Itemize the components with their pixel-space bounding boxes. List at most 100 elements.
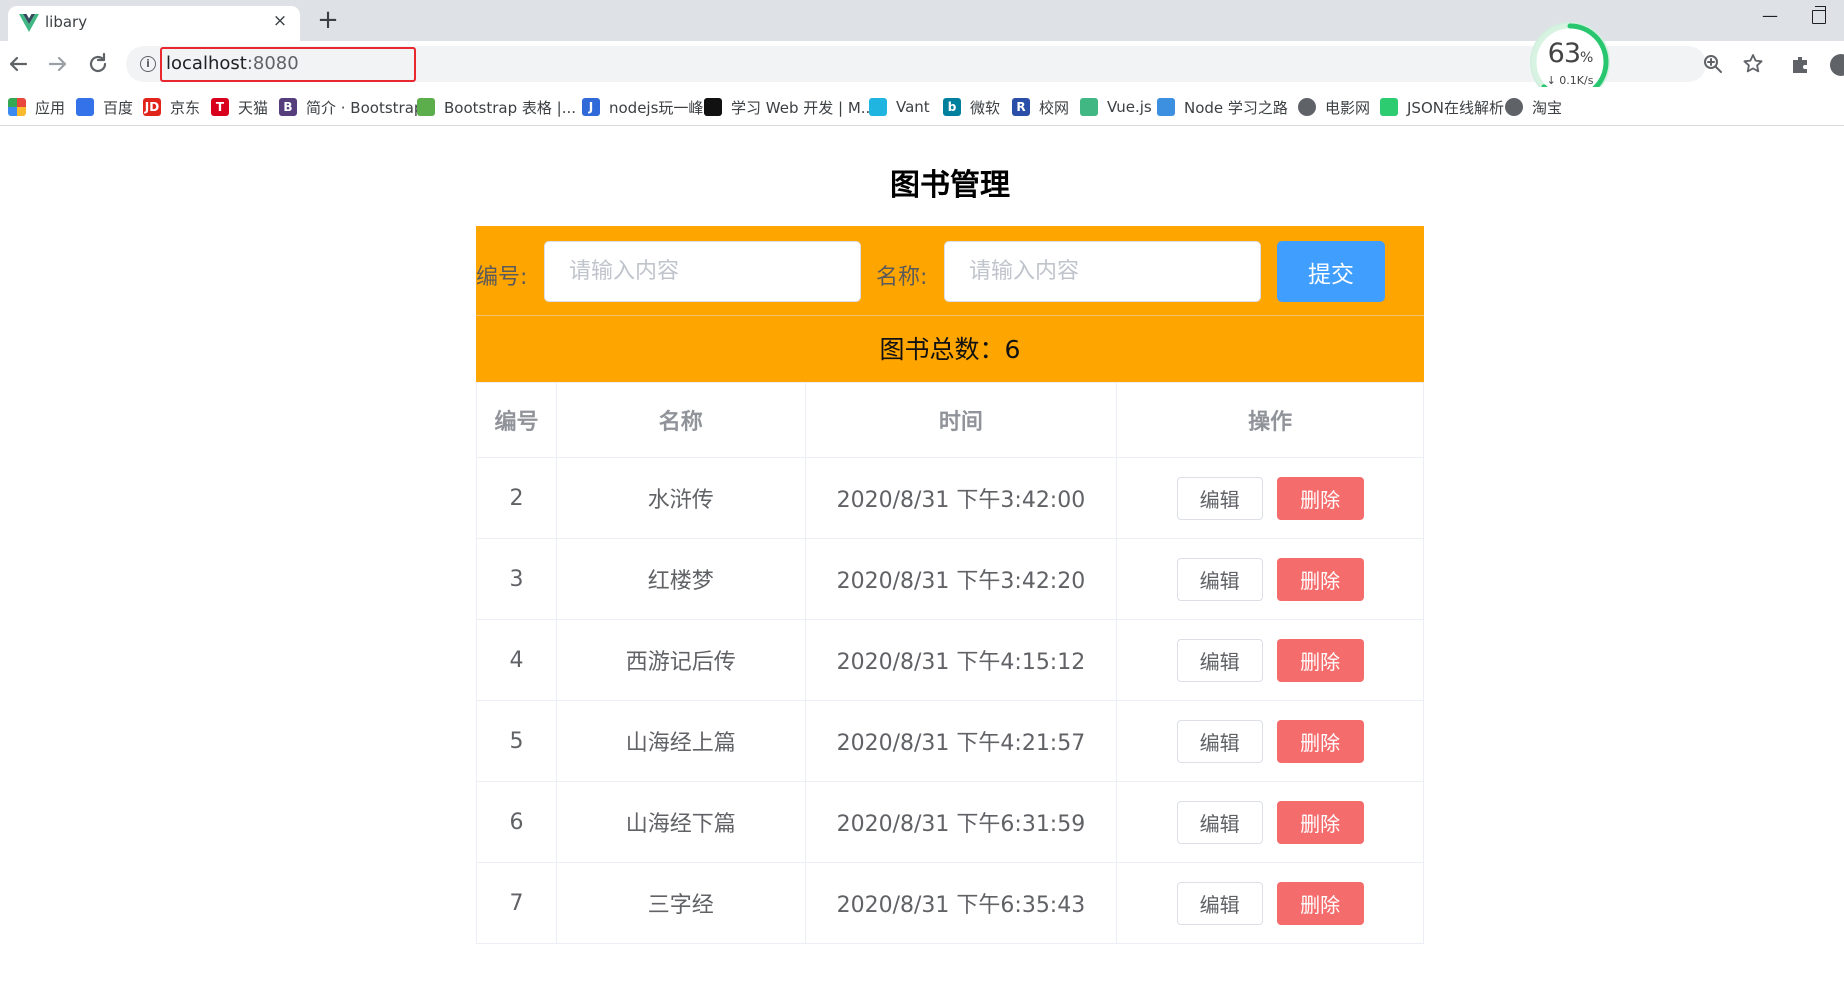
edit-button[interactable]: 编辑 [1176,719,1263,763]
bookmark-item[interactable]: Bootstrap 表格 |... [417,96,576,118]
cell-actions: 编辑 删除 [1116,781,1424,863]
minimize-button[interactable]: — [1758,6,1782,30]
edit-button[interactable]: 编辑 [1176,476,1263,520]
bookmark-item[interactable]: Vant [869,96,930,118]
profile-avatar-icon[interactable] [1830,54,1844,76]
bookmark-item[interactable]: Jnodejs玩一峰 [582,96,703,118]
extensions-puzzle-icon[interactable] [1790,54,1812,76]
cell-actions: 编辑 删除 [1116,619,1424,701]
name-label: 名称: [876,265,928,290]
bookmark-item[interactable]: Vue.js [1080,96,1152,118]
zoom-icon[interactable] [1702,53,1724,75]
bing-icon: b [943,98,961,116]
bookmark-item[interactable]: JD 京东 [143,96,200,118]
bookmark-label: 校网 [1039,98,1070,117]
tab-title: libary [45,13,88,31]
cell-actions: 编辑 删除 [1116,862,1424,944]
bookmark-label: Bootstrap 表格 |... [444,98,576,117]
restore-button[interactable] [1812,6,1826,24]
bookmark-label: Vue.js [1107,98,1152,116]
cell-id: 5 [476,700,557,782]
cell-name: 山海经上篇 [555,700,806,782]
table-row: 2 水浒传 2020/8/31 下午3:42:00 编辑 删除 [476,457,1424,539]
cell-time: 2020/8/31 下午3:42:00 [804,457,1118,539]
edit-button[interactable]: 编辑 [1176,638,1263,682]
url-host: localhost [166,53,247,74]
bookmark-item[interactable]: 学习 Web 开发 | M... [704,96,875,118]
bookmark-item[interactable]: B 简介 · Bootstrap [279,96,423,118]
cell-time: 2020/8/31 下午4:21:57 [804,700,1118,782]
delete-button[interactable]: 删除 [1276,800,1364,844]
table-row: 7 三字经 2020/8/31 下午6:35:43 编辑 删除 [476,862,1424,944]
delete-button[interactable]: 删除 [1276,638,1364,682]
table-row: 4 西游记后传 2020/8/31 下午4:15:12 编辑 删除 [476,619,1424,701]
site-info-icon[interactable]: i [140,56,156,72]
cell-id: 4 [476,619,557,701]
bookmark-label: 百度 [103,98,134,117]
bookmark-label: 天猫 [238,98,269,117]
url-port: :8080 [246,53,299,74]
cell-time: 2020/8/31 下午3:42:20 [804,538,1118,620]
cell-name: 西游记后传 [555,619,806,701]
cell-time: 2020/8/31 下午6:35:43 [804,862,1118,944]
json-icon [1380,98,1398,116]
cell-name: 山海经下篇 [555,781,806,863]
name-input[interactable] [944,241,1261,302]
table-row: 3 红楼梦 2020/8/31 下午3:42:20 编辑 删除 [476,538,1424,620]
delete-button[interactable]: 删除 [1276,476,1364,520]
header-name: 名称 [555,382,806,458]
page-title: 图书管理 [890,168,1010,203]
delete-button[interactable]: 删除 [1276,719,1364,763]
reload-icon[interactable] [84,50,112,78]
r-icon: R [1012,98,1030,116]
bookmark-star-icon[interactable] [1742,53,1764,75]
url-text[interactable]: localhost:8080 [166,53,299,74]
cell-id: 6 [476,781,557,863]
bookmark-label: 学习 Web 开发 | M... [731,98,876,117]
edit-button[interactable]: 编辑 [1176,557,1263,601]
globe-green-icon [417,98,435,116]
jd-icon: JD [143,98,161,116]
vant-icon [869,98,887,116]
book-count: 图书总数：6 [476,315,1424,382]
browser-tab[interactable]: libary × [8,6,300,41]
submit-button[interactable]: 提交 [1277,241,1385,302]
bookmark-item[interactable]: Node 学习之路 [1157,96,1288,118]
memory-percent: 63% [1530,38,1610,69]
delete-button[interactable]: 删除 [1276,881,1364,925]
id-label: 编号: [476,265,528,290]
baidu-paw-icon [76,98,94,116]
edit-button[interactable]: 编辑 [1176,800,1263,844]
tmall-icon: T [211,98,229,116]
bookmark-item[interactable]: T 天猫 [211,96,268,118]
bookmark-item[interactable]: R 校网 [1012,96,1069,118]
bookmark-item[interactable]: b 微软 [943,96,1000,118]
cell-actions: 编辑 删除 [1116,700,1424,782]
bookmark-label: nodejs玩一峰 [609,98,704,117]
tab-close-icon[interactable]: × [270,11,290,31]
id-input[interactable] [544,241,861,302]
bookmark-item[interactable]: 淘宝 [1505,96,1562,118]
bookmark-item[interactable]: JSON在线解析 [1380,96,1504,118]
cell-id: 3 [476,538,557,620]
bookmark-item[interactable]: 百度 [76,96,133,118]
cell-name: 红楼梦 [555,538,806,620]
bookmark-item[interactable]: 应用 [8,96,65,118]
add-book-form: 编号: 名称: 提交 [476,226,1424,315]
cell-name: 水浒传 [555,457,806,539]
globe-icon [1505,98,1523,116]
bootstrap-icon: B [279,98,297,116]
cloud-icon [1157,98,1175,116]
mdn-icon [704,98,722,116]
address-bar[interactable]: i localhost:8080 [126,46,1763,82]
table-row: 5 山海经上篇 2020/8/31 下午4:21:57 编辑 删除 [476,700,1424,782]
forward-arrow-icon[interactable] [44,50,72,78]
edit-button[interactable]: 编辑 [1176,881,1263,925]
j-icon: J [582,98,600,116]
new-tab-button[interactable]: + [314,7,342,35]
delete-button[interactable]: 删除 [1276,557,1364,601]
bookmark-item[interactable]: 电影网 [1298,96,1370,118]
network-rate: ↓ 0.1K/s [1546,74,1594,87]
header-id: 编号 [476,382,557,458]
back-arrow-icon[interactable] [4,50,32,78]
